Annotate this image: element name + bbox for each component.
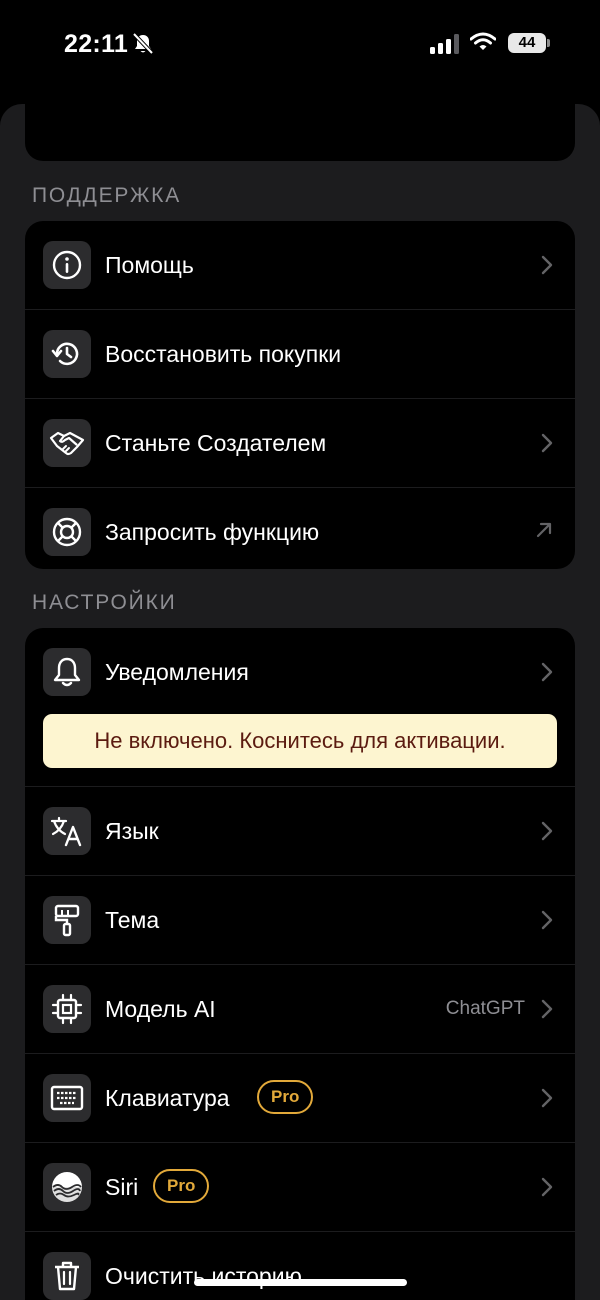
chevron-right-icon: [541, 662, 553, 687]
chevron-right-icon: [541, 1177, 553, 1202]
translate-icon: [43, 807, 91, 855]
row-notifications[interactable]: Уведомления Не включено. Коснитесь для а…: [25, 628, 575, 787]
keyboard-icon: [43, 1074, 91, 1122]
row-label: Очистить историю: [105, 1263, 302, 1289]
bell-slash-icon: [132, 32, 154, 61]
cellular-signal-icon: [430, 34, 459, 54]
section-header-support: ПОДДЕРЖКА: [32, 184, 182, 207]
pro-badge: Pro: [257, 1080, 314, 1114]
row-request-feature[interactable]: Запросить функцию: [25, 488, 575, 569]
bell-icon: [43, 648, 91, 696]
row-siri[interactable]: Siri Pro: [25, 1143, 575, 1232]
settings-sheet[interactable]: ПОДДЕРЖКА Помощь Восстановить покупки Ст…: [0, 104, 600, 1300]
wifi-icon: [469, 32, 497, 57]
siri-icon: [43, 1163, 91, 1211]
row-theme[interactable]: Тема: [25, 876, 575, 965]
lifebuoy-icon: [43, 508, 91, 556]
cpu-chip-icon: [43, 985, 91, 1033]
ai-model-value: ChatGPT: [445, 998, 525, 1019]
info-icon: [43, 241, 91, 289]
row-keyboard[interactable]: Клавиатура Pro: [25, 1054, 575, 1143]
support-card: Помощь Восстановить покупки Станьте Созд…: [25, 221, 575, 569]
notifications-disabled-banner[interactable]: Не включено. Коснитесь для активации.: [43, 714, 557, 768]
row-label: Уведомления: [105, 659, 249, 685]
history-icon: [43, 330, 91, 378]
handshake-icon: [43, 419, 91, 467]
chevron-right-icon: [541, 1088, 553, 1113]
row-restore-purchases[interactable]: Восстановить покупки: [25, 310, 575, 399]
row-clear-history[interactable]: Очистить историю: [25, 1232, 575, 1300]
status-bar: 22:11 44: [0, 0, 600, 90]
chevron-right-icon: [541, 910, 553, 935]
row-label: Станьте Создателем: [105, 430, 327, 456]
row-label: Запросить функцию: [105, 519, 320, 545]
row-label: Siri: [105, 1174, 139, 1200]
external-arrow-icon: [535, 521, 553, 544]
previous-card-bottom: [25, 104, 575, 161]
chevron-right-icon: [541, 433, 553, 458]
row-help[interactable]: Помощь: [25, 221, 575, 310]
row-label: Помощь: [105, 252, 194, 278]
status-time: 22:11: [64, 30, 129, 58]
pro-badge: Pro: [153, 1169, 210, 1203]
section-header-settings: НАСТРОЙКИ: [32, 591, 177, 614]
row-label: Тема: [105, 907, 160, 933]
chevron-right-icon: [541, 999, 553, 1024]
battery-nub: [547, 39, 550, 47]
row-label: Модель AI: [105, 996, 216, 1022]
battery-icon: 44: [508, 33, 546, 53]
row-label: Восстановить покупки: [105, 341, 342, 367]
settings-card: Уведомления Не включено. Коснитесь для а…: [25, 628, 575, 1300]
row-ai-model[interactable]: Модель AI ChatGPT: [25, 965, 575, 1054]
row-label: Клавиатура: [105, 1085, 230, 1111]
trash-icon: [43, 1252, 91, 1300]
chevron-right-icon: [541, 821, 553, 846]
row-become-creator[interactable]: Станьте Создателем: [25, 399, 575, 488]
home-indicator[interactable]: [194, 1279, 407, 1286]
paint-roller-icon: [43, 896, 91, 944]
row-language[interactable]: Язык: [25, 787, 575, 876]
row-label: Язык: [105, 818, 159, 844]
chevron-right-icon: [541, 255, 553, 280]
